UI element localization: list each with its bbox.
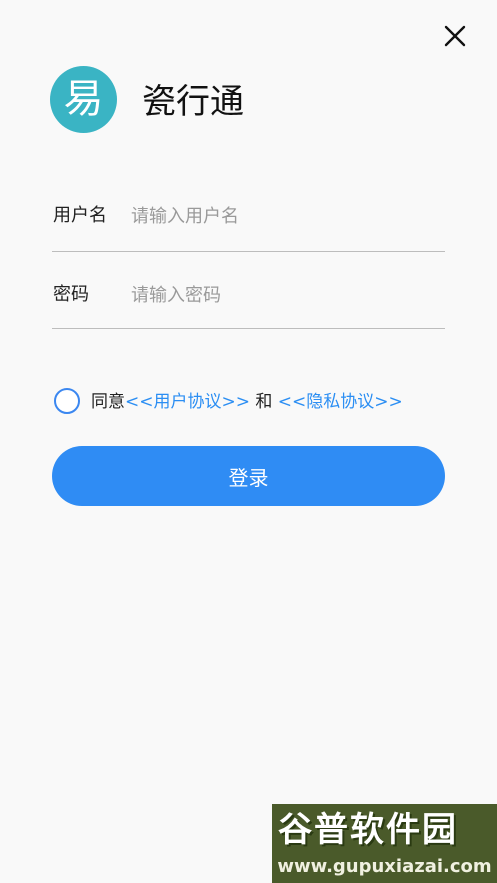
login-button[interactable]: 登录	[52, 446, 445, 506]
password-underline	[52, 328, 445, 329]
agree-prefix: 同意	[91, 392, 125, 412]
close-icon	[444, 25, 466, 47]
login-button-label: 登录	[228, 465, 269, 490]
password-label: 密码	[53, 284, 89, 305]
privacy-agreement-link[interactable]: <<隐私协议>>	[278, 392, 403, 412]
agreement-text: 同意<<用户协议>> 和 <<隐私协议>>	[91, 390, 403, 414]
username-input[interactable]	[131, 202, 431, 230]
logo-glyph: 易	[63, 75, 104, 122]
watermark-title: 谷普软件园	[278, 810, 458, 850]
app-name: 瓷行通	[142, 82, 244, 122]
username-underline	[52, 251, 445, 252]
close-button[interactable]	[441, 22, 469, 50]
watermark-url: www.gupuxiazai.com	[277, 856, 492, 877]
password-input[interactable]	[131, 281, 431, 309]
user-agreement-link[interactable]: <<用户协议>>	[125, 392, 250, 412]
watermark: 谷普软件园 www.gupuxiazai.com	[272, 804, 497, 883]
app-logo: 易	[50, 66, 117, 133]
agree-radio[interactable]	[54, 388, 80, 414]
username-label: 用户名	[53, 205, 107, 226]
agree-conjunction: 和	[249, 392, 278, 412]
